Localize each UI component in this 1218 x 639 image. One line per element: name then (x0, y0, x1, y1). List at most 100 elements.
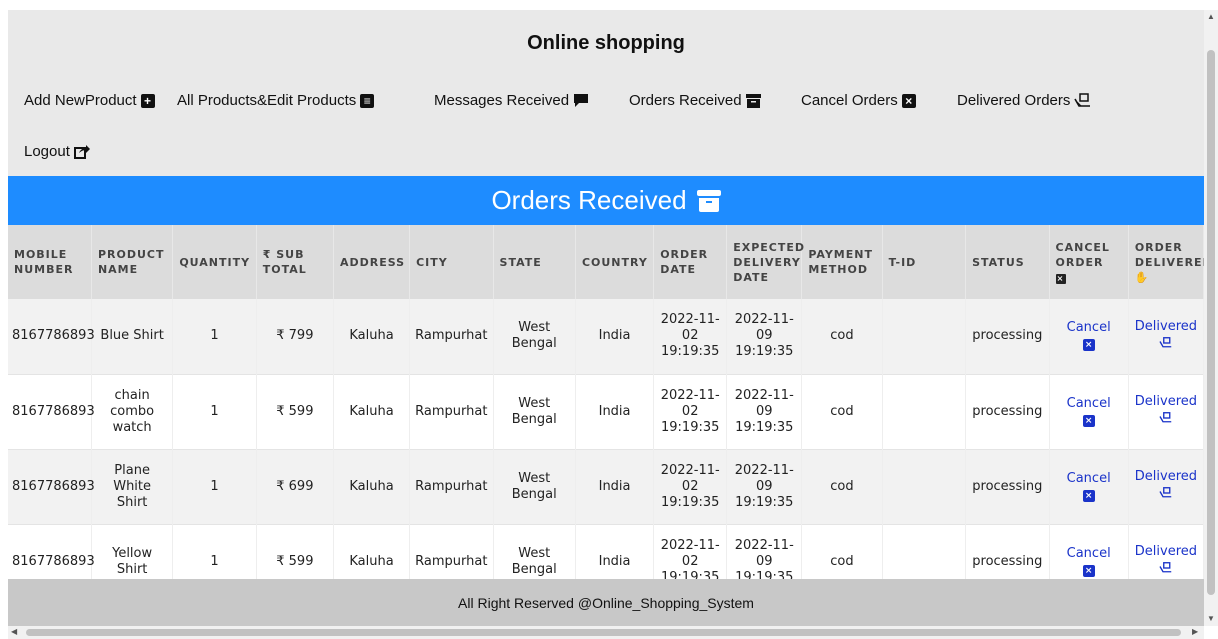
table-header-row: MOBILE NUMBER PRODUCT NAME QUANTITY ₹ SU… (8, 225, 1204, 299)
archive-box-icon (696, 189, 721, 212)
nav-messages[interactable]: Messages Received (434, 92, 589, 109)
vertical-scroll-thumb[interactable] (1207, 50, 1215, 595)
scroll-up-arrow-icon[interactable]: ▲ (1207, 12, 1215, 21)
col-city: CITY (409, 225, 494, 299)
table-row: 8167786893 Yellow Shirt 1 ₹ 599 Kaluha Rampur… (8, 524, 1204, 579)
cell-status: processing (965, 524, 1050, 579)
cell-address: Kaluha (333, 299, 411, 374)
horizontal-scroll-thumb[interactable] (26, 629, 1181, 636)
cancel-order-link[interactable]: Cancel × (1067, 320, 1111, 352)
cell-product: Plane White Shirt (91, 449, 174, 524)
cell-country: India (575, 374, 655, 449)
x-square-icon: × (1082, 564, 1095, 577)
cell-cancel: Cancel × (1049, 299, 1129, 374)
hand-holding-box-icon (1159, 562, 1173, 578)
delivered-label: Delivered (1134, 394, 1198, 409)
nav-logout[interactable]: Logout (24, 143, 90, 160)
hand-holding-box-icon (1159, 336, 1173, 353)
nav-add-product[interactable]: Add NewProduct + (24, 92, 155, 109)
hand-holding-box-icon (1159, 487, 1173, 503)
banner-title: Orders Received (491, 185, 687, 215)
col-country: COUNTRY (575, 225, 655, 299)
mark-delivered-link[interactable]: Delivered (1135, 394, 1197, 429)
cell-address: Kaluha (333, 524, 411, 579)
cancel-order-link[interactable]: Cancel × (1067, 396, 1111, 428)
cell-cancel: Cancel × (1049, 449, 1129, 524)
vertical-scrollbar[interactable]: ▲ ▼ (1204, 10, 1218, 626)
footer-text: All Right Reserved @Online_Shopping_Syst… (458, 594, 754, 611)
col-quantity: QUANTITY (172, 225, 257, 299)
cell-country: India (575, 299, 655, 374)
orders-banner: Orders Received (8, 176, 1204, 225)
col-payment-method: PAYMENT METHOD (801, 225, 883, 299)
nav-all-products-label: All Products&Edit Products (177, 92, 357, 109)
cell-subtotal: ₹ 699 (256, 449, 334, 524)
nav-orders[interactable]: Orders Received (629, 92, 761, 109)
cell-subtotal: ₹ 599 (256, 524, 334, 579)
cell-state: West Bengal (493, 524, 576, 579)
col-product-name: PRODUCT NAME (91, 225, 174, 299)
cell-tid (882, 374, 967, 449)
nav-orders-label: Orders Received (629, 92, 742, 109)
orders-table-container: MOBILE NUMBER PRODUCT NAME QUANTITY ₹ SU… (8, 225, 1204, 579)
col-mobile-number: MOBILE NUMBER (8, 225, 92, 299)
cell-address: Kaluha (333, 374, 411, 449)
scroll-right-arrow-icon[interactable]: ▶ (1192, 627, 1198, 636)
cell-quantity: 1 (172, 524, 257, 579)
list-square-icon: ≡ (360, 93, 375, 108)
delivered-label: Delivered (1134, 318, 1198, 334)
nav-add-product-label: Add NewProduct (24, 92, 137, 109)
cancel-order-label: Cancel (1066, 470, 1111, 486)
site-title: Online shopping (527, 32, 685, 54)
scroll-down-arrow-icon[interactable]: ▼ (1207, 614, 1215, 623)
cell-state: West Bengal (493, 374, 576, 449)
col-order-delivered-label: ORDER DELIVERED (1134, 240, 1204, 269)
share-arrow-icon (73, 144, 90, 159)
cell-city: Rampurhat (409, 299, 494, 374)
x-square-icon: × (1082, 414, 1095, 427)
scroll-left-arrow-icon[interactable]: ◀ (11, 627, 17, 636)
hand-holding-box-icon (1074, 92, 1092, 109)
cell-quantity: 1 (172, 299, 257, 374)
cancel-order-label: Cancel (1066, 395, 1111, 411)
cell-tid (882, 524, 967, 579)
nav-logout-label: Logout (24, 143, 70, 160)
cell-city: Rampurhat (409, 374, 494, 449)
mark-delivered-link[interactable]: Delivered (1135, 469, 1197, 504)
cell-product: Blue Shirt (91, 299, 174, 374)
x-square-icon: × (1082, 489, 1095, 502)
x-square-icon: × (901, 93, 916, 108)
hand-holding-box-icon: ✋ (1134, 270, 1150, 284)
cancel-order-link[interactable]: Cancel × (1067, 471, 1111, 503)
table-row: 8167786893 chain combo watch 1 ₹ 599 Kaluha R… (8, 374, 1204, 449)
cell-product: Yellow Shirt (91, 524, 174, 579)
cell-expected-date: 2022-11-09 19:19:35 (726, 374, 803, 449)
cell-city: Rampurhat (409, 524, 494, 579)
mark-delivered-link[interactable]: Delivered (1135, 319, 1197, 354)
cell-city: Rampurhat (409, 449, 494, 524)
delivered-label: Delivered (1134, 469, 1198, 484)
cell-country: India (575, 524, 655, 579)
col-tid: T-ID (882, 225, 967, 299)
cell-tid (882, 449, 967, 524)
orders-table-body: 8167786893 Blue Shirt 1 ₹ 799 Kaluha Rampurha… (8, 299, 1204, 579)
cell-mobile: 8167786893 (8, 374, 95, 449)
cell-payment: cod (801, 299, 883, 374)
horizontal-scrollbar[interactable]: ◀ ▶ (8, 626, 1204, 639)
cell-country: India (575, 449, 655, 524)
mark-delivered-link[interactable]: Delivered (1135, 544, 1197, 579)
nav-all-products[interactable]: All Products&Edit Products ≡ (177, 92, 375, 109)
col-state: STATE (493, 225, 576, 299)
page-viewport: Online shopping Add NewProduct + All Pro… (8, 10, 1204, 626)
nav-cancel-orders[interactable]: Cancel Orders × (801, 92, 916, 109)
cell-quantity: 1 (172, 374, 257, 449)
col-expected-delivery-date: EXPECTED DELIVERY DATE (726, 225, 804, 299)
cell-mobile: 8167786893 (8, 524, 95, 579)
nav-delivered-orders[interactable]: Delivered Orders (957, 92, 1092, 109)
cell-order-date: 2022-11-02 19:19:35 (653, 449, 728, 524)
cell-product: chain combo watch (91, 374, 174, 449)
nav-cancel-orders-label: Cancel Orders (801, 92, 898, 109)
cancel-order-link[interactable]: Cancel × (1067, 546, 1111, 578)
hand-holding-box-icon (1159, 412, 1173, 428)
x-square-icon: × (1055, 273, 1066, 284)
